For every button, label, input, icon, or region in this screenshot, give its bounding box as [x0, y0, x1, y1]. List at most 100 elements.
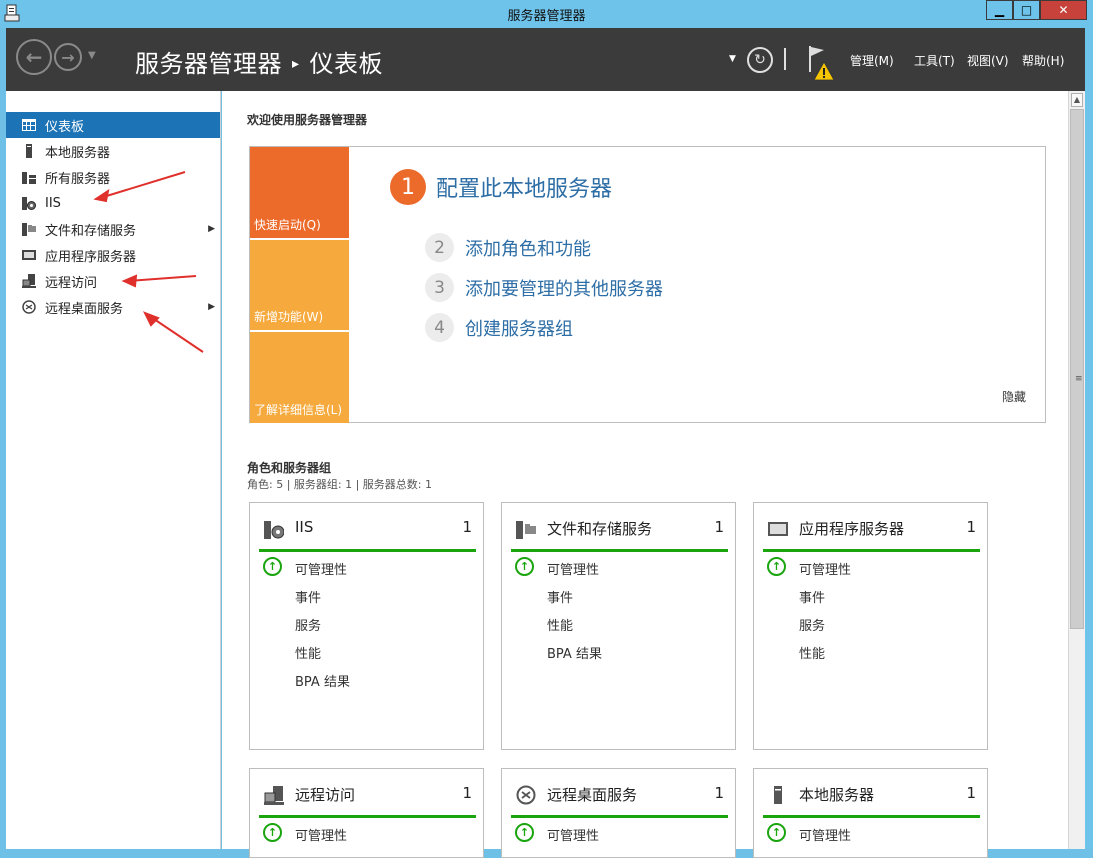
- main-content: 欢迎使用服务器管理器 快速启动(Q) 新增功能(W) 了解详细信息(L) 1 配…: [222, 91, 1068, 858]
- step-link[interactable]: 配置此本地服务器: [436, 171, 612, 203]
- sidebar-item-remote-desktop[interactable]: 远程桌面服务 ▶: [6, 294, 220, 320]
- sidebar-item-label: IIS: [45, 195, 61, 211]
- card-row-manageability[interactable]: 可管理性: [799, 559, 851, 578]
- sidebar-item-label: 仪表板: [45, 119, 85, 135]
- minimize-button[interactable]: ▁: [986, 0, 1013, 20]
- card-row-services[interactable]: 服务: [295, 615, 321, 634]
- role-card-remote-desktop[interactable]: 远程桌面服务 1 ↑ 可管理性: [501, 768, 736, 858]
- sidebar-item-app-server[interactable]: 应用程序服务器: [6, 242, 220, 268]
- step-link[interactable]: 创建服务器组: [465, 315, 573, 341]
- card-row-performance[interactable]: 性能: [799, 643, 825, 662]
- card-count: 1: [714, 784, 724, 802]
- sidebar-item-local-server[interactable]: 本地服务器: [6, 138, 220, 164]
- card-header[interactable]: IIS 1: [259, 515, 476, 552]
- tile-learn-more[interactable]: 了解详细信息(L): [250, 332, 349, 423]
- role-card-remote-access[interactable]: 远程访问 1 ↑ 可管理性: [249, 768, 484, 858]
- step-link[interactable]: 添加角色和功能: [465, 235, 591, 261]
- scroll-up-icon[interactable]: ▲: [1071, 93, 1083, 107]
- breadcrumb: 服务器管理器 ▸ 仪表板: [135, 44, 383, 79]
- card-title: 远程访问: [295, 786, 356, 804]
- notifications-flag-icon[interactable]: [806, 44, 836, 82]
- card-row-performance[interactable]: 性能: [547, 615, 573, 634]
- card-row-manageability[interactable]: 可管理性: [547, 825, 599, 844]
- file-storage-icon: [515, 518, 537, 540]
- back-button[interactable]: ←: [16, 39, 52, 75]
- card-header[interactable]: 本地服务器 1: [763, 781, 980, 818]
- expand-arrow-icon[interactable]: ▶: [208, 224, 215, 234]
- card-count: 1: [966, 784, 976, 802]
- servers-icon: [22, 170, 36, 184]
- card-header[interactable]: 远程访问 1: [259, 781, 476, 818]
- status-ok-icon: ↑: [767, 823, 786, 842]
- iis-icon: [22, 196, 36, 210]
- sidebar-item-remote-access[interactable]: 远程访问: [6, 268, 220, 294]
- card-title: 应用程序服务器: [799, 520, 905, 538]
- card-count: 1: [462, 784, 472, 802]
- card-row-manageability[interactable]: 可管理性: [547, 559, 599, 578]
- app-server-icon: [22, 248, 36, 262]
- card-row-performance[interactable]: 性能: [295, 643, 321, 662]
- breadcrumb-dropdown-icon[interactable]: ▼: [729, 54, 736, 64]
- menu-view[interactable]: 视图(V): [967, 52, 1009, 69]
- card-title: 远程桌面服务: [547, 786, 638, 804]
- card-row-services[interactable]: 服务: [799, 615, 825, 634]
- step-number: 3: [425, 273, 454, 302]
- server-icon: [767, 784, 789, 806]
- quick-start-panel: 快速启动(Q) 新增功能(W) 了解详细信息(L) 1 配置此本地服务器 2 添…: [249, 146, 1046, 423]
- remote-access-icon: [22, 274, 36, 288]
- sidebar-item-all-servers[interactable]: 所有服务器: [6, 164, 220, 190]
- card-row-bpa[interactable]: BPA 结果: [547, 643, 602, 662]
- window-titlebar: 服务器管理器 ▁ □ ✕: [0, 0, 1093, 28]
- breadcrumb-separator-icon: ▸: [292, 56, 300, 72]
- sidebar-item-label: 本地服务器: [45, 145, 111, 161]
- card-row-events[interactable]: 事件: [547, 587, 573, 606]
- role-card-iis[interactable]: IIS 1 ↑ 可管理性 事件 服务 性能 BPA 结果: [249, 502, 484, 750]
- close-button[interactable]: ✕: [1040, 0, 1087, 20]
- sidebar-item-label: 应用程序服务器: [45, 249, 137, 265]
- status-ok-icon: ↑: [515, 557, 534, 576]
- role-card-local-server[interactable]: 本地服务器 1 ↑ 可管理性: [753, 768, 988, 858]
- header-divider: [784, 48, 786, 70]
- menu-tools[interactable]: 工具(T): [914, 52, 955, 69]
- role-card-file-storage[interactable]: 文件和存储服务 1 ↑ 可管理性 事件 性能 BPA 结果: [501, 502, 736, 750]
- card-row-events[interactable]: 事件: [295, 587, 321, 606]
- roles-summary: 角色: 5 | 服务器组: 1 | 服务器总数: 1: [247, 478, 433, 491]
- card-header[interactable]: 远程桌面服务 1: [511, 781, 728, 818]
- back-arrow-icon: ←: [25, 45, 43, 69]
- sidebar-item-iis[interactable]: IIS: [6, 190, 220, 216]
- step-add-servers[interactable]: 3 添加要管理的其他服务器: [425, 273, 663, 302]
- menu-manage[interactable]: 管理(M): [850, 52, 894, 69]
- forward-button[interactable]: →: [54, 43, 82, 71]
- maximize-button[interactable]: □: [1013, 0, 1040, 20]
- card-row-bpa[interactable]: BPA 结果: [295, 671, 350, 690]
- expand-arrow-icon[interactable]: ▶: [208, 302, 215, 312]
- history-dropdown-icon[interactable]: ▼: [88, 50, 96, 61]
- card-row-manageability[interactable]: 可管理性: [295, 825, 347, 844]
- step-add-roles[interactable]: 2 添加角色和功能: [425, 233, 591, 262]
- sidebar-item-dashboard[interactable]: 仪表板: [6, 112, 220, 138]
- status-ok-icon: ↑: [767, 557, 786, 576]
- app-header: ← → ▼ 服务器管理器 ▸ 仪表板 ▼ ↻ 管理(M) 工具(T) 视图(V) 帮…: [6, 28, 1085, 91]
- role-card-app-server[interactable]: 应用程序服务器 1 ↑ 可管理性 事件 服务 性能: [753, 502, 988, 750]
- card-row-manageability[interactable]: 可管理性: [799, 825, 851, 844]
- card-row-events[interactable]: 事件: [799, 587, 825, 606]
- tile-quick-start[interactable]: 快速启动(Q): [250, 147, 349, 238]
- tile-whats-new[interactable]: 新增功能(W): [250, 240, 349, 330]
- dashboard-icon: [22, 118, 36, 132]
- card-row-manageability[interactable]: 可管理性: [295, 559, 347, 578]
- hide-link[interactable]: 隐藏: [1002, 388, 1026, 405]
- step-number: 4: [425, 313, 454, 342]
- breadcrumb-current: 仪表板: [309, 50, 384, 78]
- vertical-scrollbar[interactable]: ▲ ≡: [1068, 91, 1085, 849]
- window-right-frame: [1085, 28, 1093, 849]
- step-create-group[interactable]: 4 创建服务器组: [425, 313, 573, 342]
- step-link[interactable]: 添加要管理的其他服务器: [465, 275, 663, 301]
- scrollbar-thumb[interactable]: ≡: [1070, 109, 1084, 629]
- sidebar-item-file-storage[interactable]: 文件和存储服务 ▶: [6, 216, 220, 242]
- menu-help[interactable]: 帮助(H): [1022, 52, 1064, 69]
- card-header[interactable]: 文件和存储服务 1: [511, 515, 728, 552]
- refresh-button[interactable]: ↻: [747, 47, 773, 73]
- step-configure-local-server[interactable]: 1 配置此本地服务器: [390, 169, 612, 205]
- breadcrumb-root[interactable]: 服务器管理器: [135, 50, 282, 78]
- card-header[interactable]: 应用程序服务器 1: [763, 515, 980, 552]
